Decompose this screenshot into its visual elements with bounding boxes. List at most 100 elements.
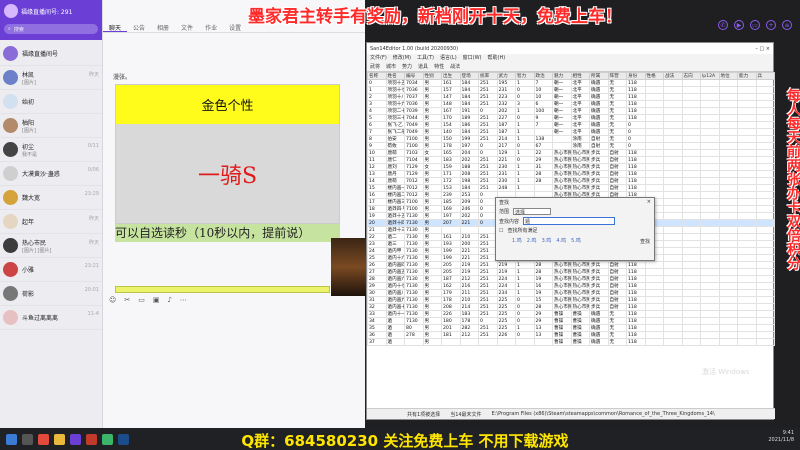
table-cell[interactable]: 7130 — [404, 317, 424, 325]
table-cell[interactable]: 张飞·乙 — [385, 121, 405, 129]
music-icon[interactable] — [102, 433, 113, 445]
table-row[interactable]: 30 遁内画八 7130 男 179 211 251 234 1 19 热心市民 热心市民 步兵 自射 11… — [367, 289, 775, 297]
table-cell[interactable] — [737, 233, 757, 241]
table-cell[interactable]: 7130 — [404, 254, 424, 262]
table-cell[interactable]: 无 — [607, 142, 627, 150]
table-row[interactable]: 26 遁内画四 7130 男 205 219 251 219 1 28 热心市民 热心市民 步兵 自射 11… — [367, 261, 775, 269]
table-cell[interactable]: 7129 — [404, 163, 424, 171]
table-cell[interactable]: 251 — [478, 79, 498, 87]
table-cell[interactable] — [663, 296, 683, 304]
table-cell[interactable]: 225 — [496, 303, 516, 311]
table-cell[interactable] — [718, 79, 738, 87]
emoji-icon[interactable]: ☺ — [109, 296, 116, 308]
table-cell[interactable]: 男 — [422, 184, 442, 192]
table-cell[interactable]: 251 — [478, 100, 498, 108]
table-cell[interactable]: 确遇 — [589, 107, 609, 115]
table-cell[interactable] — [718, 93, 738, 101]
table-cell[interactable]: 19 — [367, 212, 387, 220]
column-header[interactable]: 战法 — [663, 72, 683, 80]
table-cell[interactable] — [644, 331, 664, 339]
table-cell[interactable] — [681, 142, 701, 150]
table-cell[interactable] — [737, 212, 757, 220]
table-cell[interactable]: 自射 — [607, 156, 627, 164]
table-cell[interactable] — [663, 282, 683, 290]
table-cell[interactable]: 251 — [478, 121, 498, 129]
table-cell[interactable] — [663, 149, 683, 157]
column-header[interactable]: 地位 — [718, 72, 738, 80]
table-cell[interactable] — [755, 303, 775, 311]
table-row[interactable]: 3 项羽十九 7036 男 148 184 251 232 3 6 朝一 北平 确遇无 118 — [367, 100, 775, 108]
table-cell[interactable]: 北平 — [570, 107, 590, 115]
table-cell[interactable] — [718, 254, 738, 262]
table-cell[interactable] — [718, 289, 738, 297]
table-cell[interactable]: 150 — [441, 135, 461, 143]
history-item[interactable]: 2.鸣 — [527, 237, 537, 244]
video-thumbnail[interactable] — [331, 238, 371, 296]
table-cell[interactable] — [644, 184, 664, 192]
table-cell[interactable]: 热心市民 — [570, 261, 590, 269]
table-cell[interactable]: 热心市民 — [570, 163, 590, 171]
table-cell[interactable]: 118 — [626, 324, 646, 332]
table-cell[interactable] — [700, 107, 720, 115]
table-cell[interactable]: 7049 — [404, 121, 424, 129]
table-cell[interactable]: 253 — [459, 191, 479, 199]
table-cell[interactable]: 22 — [533, 149, 553, 157]
table-cell[interactable]: 251 — [478, 170, 498, 178]
table-cell[interactable]: 步兵 — [589, 296, 609, 304]
table-cell[interactable]: 无 — [607, 93, 627, 101]
table-cell[interactable]: 北平 — [570, 128, 590, 136]
table-cell[interactable] — [644, 107, 664, 115]
table-cell[interactable]: 0 — [515, 296, 535, 304]
table-cell[interactable]: 男 — [422, 86, 442, 94]
table-cell[interactable] — [681, 254, 701, 262]
table-cell[interactable]: 男 — [422, 254, 442, 262]
table-cell[interactable] — [755, 275, 775, 283]
table-cell[interactable]: 22 — [367, 233, 387, 241]
table-cell[interactable] — [737, 226, 757, 234]
table-cell[interactable]: 曹操 — [552, 331, 572, 339]
column-header[interactable]: 性别 — [422, 72, 442, 80]
table-cell[interactable]: 遁三 — [385, 240, 405, 248]
screen-share-icon[interactable]: ▭ — [750, 20, 760, 30]
table-cell[interactable] — [737, 149, 757, 157]
chat-item[interactable]: 初尘 我不是 0/11 — [0, 138, 102, 162]
table-cell[interactable]: 180 — [441, 317, 461, 325]
table-cell[interactable]: 1 — [515, 170, 535, 178]
table-cell[interactable]: 251 — [478, 310, 498, 318]
chat-item[interactable]: 始初 — [0, 90, 102, 114]
table-cell[interactable]: 唐丹 — [385, 170, 405, 178]
table-cell[interactable]: 遁内十六 — [385, 254, 405, 262]
table-cell[interactable] — [737, 282, 757, 290]
table-cell[interactable]: 200 — [459, 240, 479, 248]
table-cell[interactable] — [718, 149, 738, 157]
table-cell[interactable] — [737, 275, 757, 283]
table-cell[interactable] — [700, 275, 720, 283]
table-cell[interactable]: 遁莽十五 — [385, 212, 405, 220]
table-cell[interactable] — [755, 282, 775, 290]
table-cell[interactable] — [681, 177, 701, 185]
table-cell[interactable] — [755, 338, 775, 346]
table-cell[interactable]: 7130 — [404, 233, 424, 241]
table-cell[interactable]: 37 — [367, 338, 387, 346]
table-cell[interactable]: 221 — [496, 156, 516, 164]
table-cell[interactable] — [718, 219, 738, 227]
table-cell[interactable] — [644, 149, 664, 157]
table-cell[interactable] — [681, 156, 701, 164]
table-cell[interactable] — [700, 247, 720, 255]
table-cell[interactable] — [737, 114, 757, 122]
table-cell[interactable]: 女 — [422, 163, 442, 171]
table-cell[interactable]: 7130 — [404, 296, 424, 304]
table-cell[interactable] — [663, 212, 683, 220]
chat-item[interactable]: 魏大宽 23:29 — [0, 186, 102, 210]
table-cell[interactable]: 251 — [478, 128, 498, 136]
table-cell[interactable]: 热心市民 — [552, 170, 572, 178]
table-cell[interactable] — [737, 177, 757, 185]
table-cell[interactable]: 10 — [367, 149, 387, 157]
table-cell[interactable]: 唐萌 — [385, 177, 405, 185]
table-cell[interactable]: 朝一 — [552, 86, 572, 94]
table-cell[interactable]: 1 — [515, 177, 535, 185]
table-row[interactable]: 8 伯安 7100 男 150 199 251 214 1 138 涂南 自射无 0 — [367, 135, 775, 143]
table-cell[interactable] — [644, 261, 664, 269]
table-row[interactable]: 11 唐仁 7104 男 183 202 251 221 0 29 热心市民 热心市民 步兵 自射 118 — [367, 156, 775, 164]
minimize-icon[interactable]: – — [755, 46, 758, 52]
